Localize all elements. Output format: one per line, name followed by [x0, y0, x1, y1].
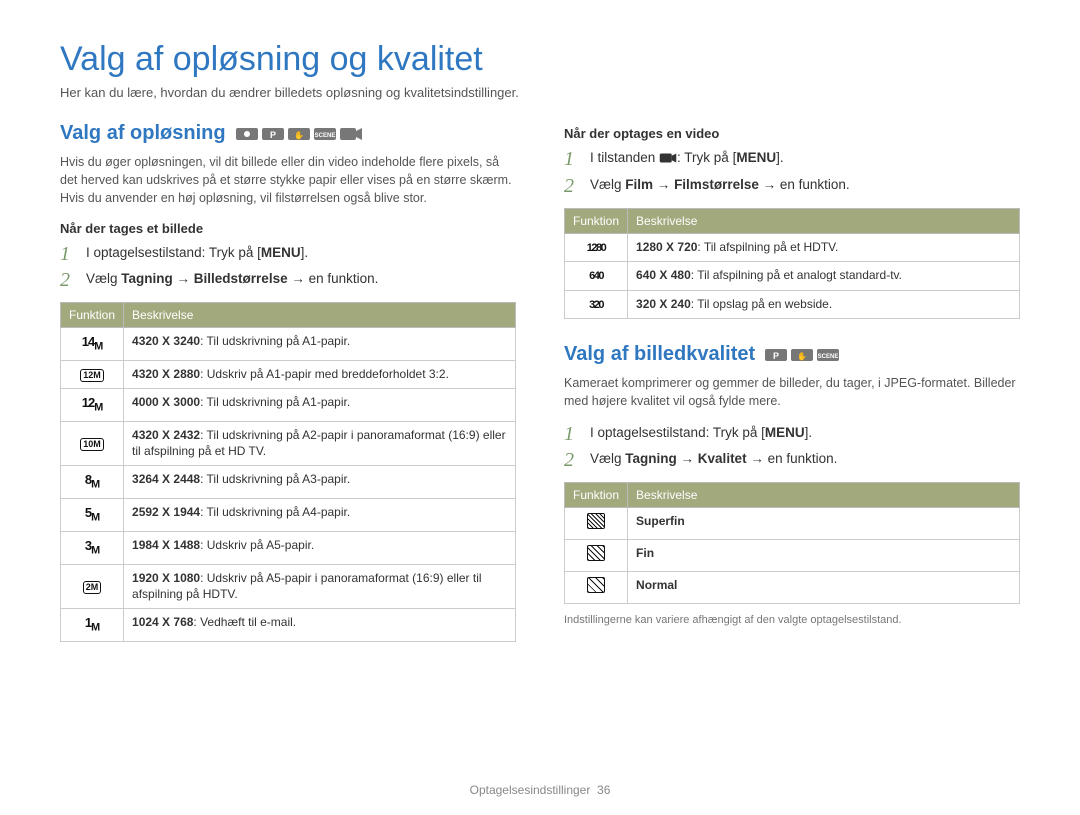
- video-step-2: Vælg Film → Filmstørrelse → en funktion.: [590, 176, 1020, 195]
- quality-steps: 1 I optagelsestilstand: Tryk på [MENU]. …: [564, 424, 1020, 470]
- step-number: 1: [60, 244, 76, 264]
- res-14m-icon: 14M: [82, 334, 103, 349]
- video-step-1: I tilstanden : Tryk på [MENU].: [590, 149, 1020, 170]
- table-row: 2M1920 X 1080: Udskriv på A5-papir i pan…: [61, 564, 516, 609]
- table-row: 1M1024 X 768: Vedhæft til e-mail.: [61, 609, 516, 642]
- program-mode-icon: P: [262, 126, 284, 142]
- res-1m-icon: 1M: [85, 615, 99, 630]
- table-head-description: Beskrivelse: [628, 483, 1020, 508]
- scene-mode-icon: SCENE: [817, 347, 839, 363]
- table-head-function: Funktion: [61, 303, 124, 328]
- page-title: Valg af opløsning og kvalitet: [60, 40, 1020, 79]
- quality-table: Funktion Beskrivelse Superfin Fin Normal: [564, 482, 1020, 603]
- res-640-icon: 640: [589, 270, 603, 282]
- svg-text:SCENE: SCENE: [314, 133, 335, 139]
- res-3m-icon: 3M: [85, 538, 99, 553]
- table-head-description: Beskrivelse: [124, 303, 516, 328]
- section-resolution-heading: Valg af opløsning P ✋ SCENE: [60, 122, 516, 145]
- res-10m-wide-icon: 10M: [80, 438, 104, 451]
- table-head-function: Funktion: [565, 483, 628, 508]
- video-subheading: Når der optages en video: [564, 126, 1020, 141]
- res-2m-wide-icon: 2M: [83, 581, 102, 594]
- svg-text:P: P: [773, 351, 779, 361]
- table-row: 12801280 X 720: Til afspilning på et HDT…: [565, 233, 1020, 261]
- dual-is-mode-icon: ✋: [791, 347, 813, 363]
- quality-fine-icon: [587, 545, 605, 561]
- res-5m-icon: 5M: [85, 505, 99, 520]
- step-number: 2: [60, 270, 76, 290]
- quality-normal-icon: [587, 577, 605, 593]
- step-number: 1: [564, 424, 580, 444]
- resolution-blurb: Hvis du øger opløsningen, vil dit billed…: [60, 153, 516, 207]
- photo-resolution-table: Funktion Beskrivelse 14M4320 X 3240: Til…: [60, 302, 516, 641]
- res-320-icon: 320: [589, 299, 603, 311]
- menu-key: MENU: [261, 244, 301, 263]
- step-number: 1: [564, 149, 580, 169]
- menu-key: MENU: [765, 424, 805, 443]
- res-8m-icon: 8M: [85, 472, 99, 487]
- program-mode-icon: P: [765, 347, 787, 363]
- step-number: 2: [564, 450, 580, 470]
- smart-mode-icon: [236, 126, 258, 142]
- photo-step-2: Vælg Tagning → Billedstørrelse → en funk…: [86, 270, 516, 289]
- section-quality-heading: Valg af billedkvalitet P ✋ SCENE: [564, 343, 1020, 366]
- quality-note: Indstillingerne kan variere afhængigt af…: [564, 614, 1020, 626]
- left-column: Valg af opløsning P ✋ SCENE Hvis du øger…: [60, 122, 516, 652]
- table-row: 640640 X 480: Til afspilning på et analo…: [565, 262, 1020, 290]
- table-row: 5M2592 X 1944: Til udskrivning på A4-pap…: [61, 499, 516, 532]
- table-row: Superfin: [565, 508, 1020, 540]
- quality-step-2: Vælg Tagning → Kvalitet → en funktion.: [590, 450, 1020, 469]
- table-row: Normal: [565, 571, 1020, 603]
- table-row: 12M4000 X 3000: Til udskrivning på A1-pa…: [61, 388, 516, 421]
- svg-text:P: P: [270, 130, 276, 140]
- svg-text:SCENE: SCENE: [818, 354, 839, 360]
- quality-step-1: I optagelsestilstand: Tryk på [MENU].: [590, 424, 1020, 443]
- mode-icons: P ✋ SCENE: [236, 126, 362, 142]
- quality-blurb: Kameraet komprimerer og gemmer de billed…: [564, 374, 1020, 410]
- footer-page-number: 36: [597, 783, 610, 797]
- photo-step-1: I optagelsestilstand: Tryk på [MENU].: [86, 244, 516, 263]
- table-head-function: Funktion: [565, 208, 628, 233]
- page-intro: Her kan du lære, hvordan du ændrer bille…: [60, 85, 1020, 100]
- table-row: 14M4320 X 3240: Til udskrivning på A1-pa…: [61, 328, 516, 361]
- res-12m-wide-icon: 12M: [80, 369, 104, 382]
- menu-key: MENU: [736, 149, 776, 168]
- photo-subheading: Når der tages et billede: [60, 221, 516, 236]
- quality-superfine-icon: [587, 513, 605, 529]
- res-12m-icon: 12M: [82, 395, 103, 410]
- svg-text:✋: ✋: [294, 130, 304, 140]
- section-quality-title: Valg af billedkvalitet: [564, 343, 755, 366]
- table-row: Fin: [565, 540, 1020, 572]
- section-resolution-title: Valg af opløsning: [60, 122, 226, 145]
- movie-mode-icon: [340, 126, 362, 142]
- page-footer: Optagelsesindstillinger 36: [0, 783, 1080, 797]
- svg-text:✋: ✋: [797, 351, 807, 361]
- footer-section: Optagelsesindstillinger: [470, 783, 591, 797]
- table-row: 3M1984 X 1488: Udskriv på A5-papir.: [61, 531, 516, 564]
- table-row: 12M4320 X 2880: Udskriv på A1-papir med …: [61, 361, 516, 389]
- table-row: 8M3264 X 2448: Til udskrivning på A3-pap…: [61, 466, 516, 499]
- step-number: 2: [564, 176, 580, 196]
- res-1280-icon: 1280: [587, 242, 605, 254]
- scene-mode-icon: SCENE: [314, 126, 336, 142]
- table-row: 320320 X 240: Til opslag på en webside.: [565, 290, 1020, 318]
- mode-icons: P ✋ SCENE: [765, 347, 839, 363]
- table-row: 10M4320 X 2432: Til udskrivning på A2-pa…: [61, 421, 516, 466]
- right-column: Når der optages en video 1 I tilstanden …: [564, 122, 1020, 652]
- video-steps: 1 I tilstanden : Tryk på [MENU]. 2 Vælg …: [564, 149, 1020, 196]
- movie-mode-icon: [659, 151, 677, 170]
- dual-is-mode-icon: ✋: [288, 126, 310, 142]
- photo-steps: 1 I optagelsestilstand: Tryk på [MENU]. …: [60, 244, 516, 290]
- video-resolution-table: Funktion Beskrivelse 12801280 X 720: Til…: [564, 208, 1020, 319]
- table-head-description: Beskrivelse: [628, 208, 1020, 233]
